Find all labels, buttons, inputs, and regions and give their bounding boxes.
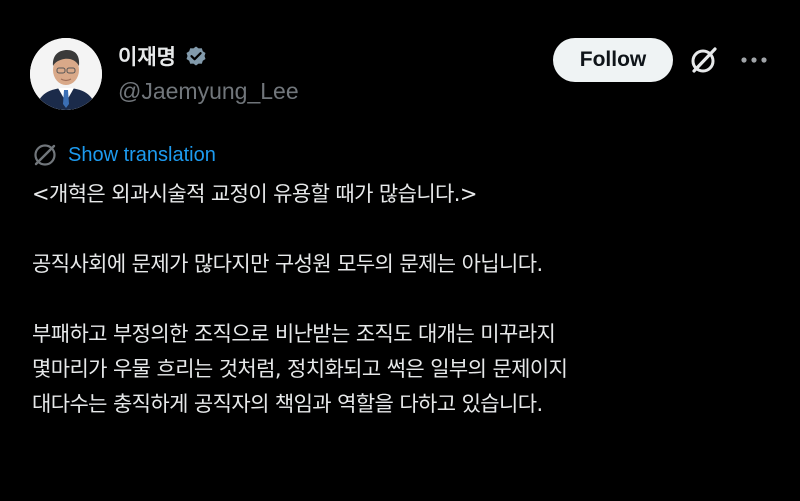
tweet-line: 대다수는 충직하게 공직자의 책임과 역할을 다하고 있습니다. [32,392,543,416]
avatar[interactable] [30,38,102,110]
author-handle[interactable]: @Jaemyung_Lee [118,76,299,106]
author-name-row[interactable]: 이재명 [118,40,208,74]
follow-button[interactable]: Follow [553,38,673,82]
profile-photo [30,38,102,110]
tweet-line: 공직사회에 문제가 많다지만 구성원 모두의 문제는 아닙니다. [32,252,543,276]
show-translation-link[interactable]: Show translation [32,140,216,170]
author-display-name[interactable]: 이재명 [118,40,176,74]
tweet-line: 부패하고 부정의한 조직으로 비난받는 조직도 대개는 미꾸라지 [32,322,556,346]
more-icon[interactable] [740,50,768,70]
tweet-text: <개혁은 외과시술적 교정이 유용할 때가 많습니다.> 공직사회에 문제가 많… [32,177,792,422]
translate-globe-icon [32,142,58,168]
tweet-line: <개혁은 외과시술적 교정이 유용할 때가 많습니다.> [32,182,477,206]
tweet-line: 몇마리가 우물 흐리는 것처럼, 정치화되고 썩은 일부의 문제이지 [32,357,568,381]
show-translation-label[interactable]: Show translation [68,144,216,167]
verified-badge-icon [184,45,208,69]
grok-icon[interactable] [688,44,720,76]
